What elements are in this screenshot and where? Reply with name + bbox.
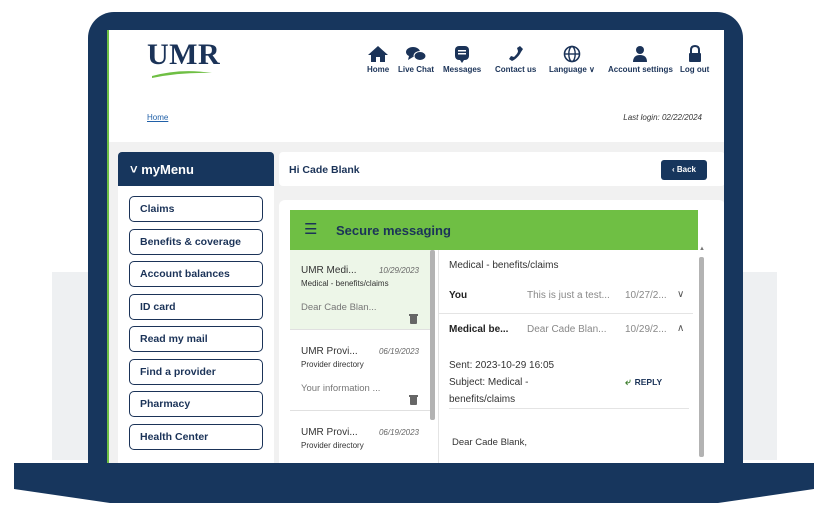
nav-contact-us[interactable]: Contact us (495, 40, 536, 74)
menu-read-mail-button[interactable]: Read my mail (129, 326, 263, 352)
greeting-text: Hi Cade Blank (289, 164, 360, 176)
lock-icon (684, 44, 706, 64)
home-icon (367, 44, 389, 64)
reply-button[interactable]: ⤶ REPLY (625, 377, 662, 388)
thread-sender: UMR Provi... (301, 346, 358, 357)
menu-id-card-button[interactable]: ID card (129, 294, 263, 320)
laptop-base-bottom (14, 489, 814, 503)
hamburger-menu-icon[interactable]: ☰ (304, 222, 317, 237)
chat-icon (405, 44, 427, 64)
nav-label: Contact us (495, 65, 537, 74)
umr-logo[interactable]: UMR (147, 38, 221, 80)
nav-log-out[interactable]: Log out (680, 40, 709, 74)
mymenu-list: Claims Benefits & coverage Account balan… (118, 186, 274, 466)
site-header: UMR Home Live Chat Messages Contact us L… (109, 30, 724, 142)
message-snippet: Dear Cade Blan... (527, 324, 607, 335)
message-subject-cont: benefits/claims (449, 394, 516, 405)
nav-label: Language ∨ (549, 65, 595, 74)
divider (449, 408, 689, 409)
detail-category: Medical - benefits/claims (449, 260, 559, 271)
phone-icon (505, 44, 527, 64)
nav-label: Log out (680, 65, 710, 74)
breadcrumb-home[interactable]: Home (147, 113, 168, 122)
message-row[interactable]: Medical be... Dear Cade Blan... 10/29/2.… (449, 323, 689, 342)
thread-preview: Your information ... (301, 383, 381, 394)
nav-label: Messages (443, 65, 482, 74)
reply-label: REPLY (634, 377, 663, 387)
logo-text: UMR (147, 38, 221, 71)
scroll-up-icon[interactable]: ▲ (699, 246, 705, 252)
person-icon (629, 44, 651, 64)
globe-icon (561, 44, 583, 64)
nav-label: Account settings (608, 65, 673, 74)
thread-category: Provider directory (301, 441, 364, 450)
logo-swoosh-icon (152, 71, 212, 78)
messages-icon (451, 44, 473, 64)
message-detail: Medical - benefits/claims You This is ju… (438, 250, 693, 466)
trash-icon[interactable] (409, 395, 418, 405)
nav-live-chat[interactable]: Live Chat (398, 40, 434, 74)
secure-messaging-header: ☰ Secure messaging (290, 210, 698, 250)
thread-item[interactable]: UMR Provi... 06/19/2023 Provider directo… (290, 412, 433, 466)
thread-item[interactable]: UMR Medi... 10/29/2023 Medical - benefit… (290, 250, 433, 330)
nav-label: Live Chat (398, 65, 435, 74)
reply-arrow-icon: ⤶ (625, 377, 631, 388)
mymenu-header[interactable]: ˅ myMenu (118, 152, 274, 186)
message-snippet: This is just a test... (527, 290, 610, 301)
secure-messaging-panel: ☰ Secure messaging UMR Medi... 10/29/202… (279, 200, 724, 466)
message-date: 10/29/2... (625, 324, 667, 335)
thread-list: UMR Medi... 10/29/2023 Medical - benefit… (290, 250, 433, 466)
nav-language[interactable]: Language ∨ (549, 40, 595, 74)
thread-date: 06/19/2023 (378, 428, 419, 437)
message-sent: Sent: 2023-10-29 16:05 (449, 360, 555, 371)
secure-messaging-title: Secure messaging (336, 223, 451, 238)
thread-list-scrollbar[interactable] (430, 250, 435, 420)
menu-health-center-button[interactable]: Health Center (129, 424, 263, 450)
menu-pharmacy-button[interactable]: Pharmacy (129, 391, 263, 417)
thread-sender: UMR Medi... (301, 265, 357, 276)
laptop-base (14, 463, 814, 503)
message-from: You (449, 290, 468, 301)
thread-preview: Dear Cade Blan... (301, 302, 377, 313)
message-date: 10/27/2... (625, 290, 667, 301)
thread-date: 10/29/2023 (378, 266, 419, 275)
menu-account-balances-button[interactable]: Account balances (129, 261, 263, 287)
thread-sender: UMR Provi... (301, 427, 358, 438)
back-button[interactable]: ‹ Back (661, 160, 707, 180)
chevron-down-icon[interactable]: ∨ (677, 289, 684, 300)
greeting-bar: Hi Cade Blank ‹ Back (279, 152, 724, 186)
nav-messages[interactable]: Messages (443, 40, 481, 74)
thread-item[interactable]: UMR Provi... 06/19/2023 Provider directo… (290, 331, 433, 411)
chevron-up-icon[interactable]: ∧ (677, 323, 684, 334)
nav-label: Home (367, 65, 390, 74)
trash-icon[interactable] (409, 314, 418, 324)
divider (439, 313, 693, 314)
nav-account-settings[interactable]: Account settings (608, 40, 673, 74)
message-subject: Subject: Medical - (449, 377, 529, 388)
thread-category: Medical - benefits/claims (301, 279, 389, 288)
laptop-base-top (14, 463, 814, 489)
menu-find-provider-button[interactable]: Find a provider (129, 359, 263, 385)
thread-category: Provider directory (301, 360, 364, 369)
detail-scrollbar[interactable] (699, 257, 704, 457)
menu-claims-button[interactable]: Claims (129, 196, 263, 222)
laptop-mockup: UMR Home Live Chat Messages Contact us L… (0, 0, 814, 506)
message-row[interactable]: You This is just a test... 10/27/2... ∨ (449, 289, 689, 308)
thread-date: 06/19/2023 (378, 347, 419, 356)
laptop-screen: UMR Home Live Chat Messages Contact us L… (107, 30, 724, 466)
last-login-text: Last login: 02/22/2024 (623, 113, 702, 122)
nav-home[interactable]: Home (367, 40, 389, 74)
menu-benefits-button[interactable]: Benefits & coverage (129, 229, 263, 255)
message-from: Medical be... (449, 324, 509, 335)
message-body-greeting: Dear Cade Blank, (452, 437, 527, 448)
